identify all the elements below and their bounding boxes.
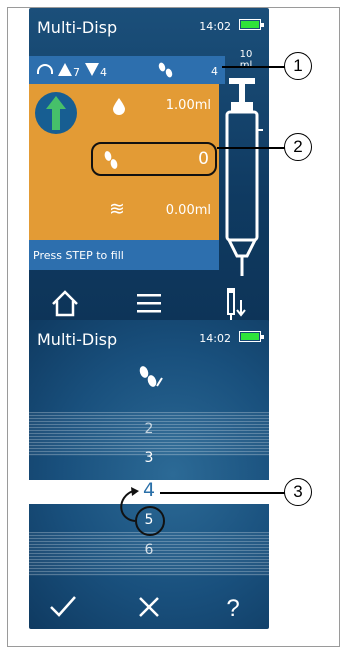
status-bar: Multi-Disp 14:02 [29,320,269,356]
arrow-up-icon [46,96,66,130]
dispense-speed-value: 4 [100,66,107,79]
steps-header-icon [29,364,269,394]
app-title: Multi-Disp [37,18,118,37]
step-count: 0 [198,149,209,169]
callout-leader-1 [222,66,286,68]
status-bar: Multi-Disp 14:02 [29,8,269,44]
check-icon [50,596,76,617]
step-select-screen: Multi-Disp 14:02 2 3 4 5 6 ? [29,320,269,629]
roller-item[interactable]: 2 [29,421,269,437]
callout-1: 1 [284,52,312,80]
battery-icon [239,331,264,342]
syringe-volume: 10 [239,49,253,60]
drop-icon [113,98,125,115]
callout-leader-3 [160,492,286,494]
clock: 14:02 [199,20,231,33]
aspirate-speed-value: 7 [73,66,80,79]
step-counter: 0 [91,142,217,176]
fill-indicator[interactable] [35,92,77,134]
remaining-volume: 0.00ml [165,203,211,218]
speed-gauge-icon [37,64,53,74]
svg-text:?: ? [226,595,239,622]
dispense-panel: 1.00ml 0 ≋ 0.00ml [29,84,219,240]
callout-leader-2 [217,147,286,149]
help-icon: ? [226,595,239,622]
scroll-arrow-icon [120,487,139,522]
prompt-text: Press STEP to fill [33,249,124,262]
wave-icon: ≋ [109,198,125,220]
app-title: Multi-Disp [37,330,118,349]
info-bar: 7 4 4 [29,56,225,84]
dispense-speed-icon [85,63,99,76]
roller-item[interactable]: 3 [29,450,269,466]
aspirate-speed-icon [58,63,72,76]
syringe-icon [225,78,263,276]
roller-item[interactable]: 5 [29,512,269,528]
dispense-volume: 1.00ml [165,98,211,113]
clock: 14:02 [199,332,231,345]
callout-2: 2 [284,133,312,161]
cancel-button[interactable] [119,583,179,629]
main-screen: Multi-Disp 14:02 7 4 4 10 ml 1.00ml [29,8,269,326]
help-button[interactable]: ? [203,583,263,629]
steps-value: 4 [211,65,218,78]
steps-icon [157,62,175,82]
roller-selected-value[interactable]: 4 [29,479,269,501]
callout-3: 3 [284,478,312,506]
confirm-button[interactable] [33,583,93,629]
bottom-nav: ? [29,583,269,629]
roller-item[interactable]: 6 [29,542,269,558]
close-icon [139,597,159,617]
prompt-bar: Press STEP to fill [29,240,219,270]
battery-icon [239,19,264,30]
steps-icon [103,150,121,174]
